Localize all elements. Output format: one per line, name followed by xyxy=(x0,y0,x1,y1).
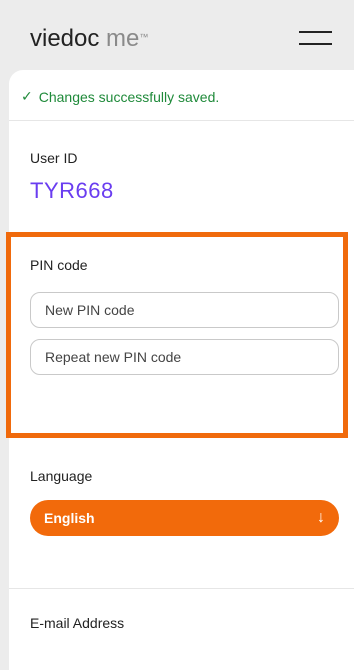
arrow-down-icon: ↓ xyxy=(317,509,325,526)
new-pin-input[interactable] xyxy=(30,292,339,328)
app-header: viedoc me™ xyxy=(0,0,354,70)
success-message-text: Changes successfully saved. xyxy=(38,88,220,105)
hamburger-menu-icon[interactable] xyxy=(299,31,332,45)
email-label: E-mail Address xyxy=(30,615,125,631)
brand-trademark: ™ xyxy=(139,32,149,42)
user-id-label: User ID xyxy=(30,150,78,166)
language-select[interactable]: English ↓ xyxy=(30,500,339,536)
check-icon: ✓ xyxy=(21,88,33,104)
viedoc-me-logo: viedoc me™ xyxy=(30,25,148,53)
pin-code-label: PIN code xyxy=(30,257,88,273)
brand-main: viedoc xyxy=(30,25,100,52)
divider xyxy=(9,588,354,589)
user-id-value: TYR668 xyxy=(30,178,114,203)
language-label: Language xyxy=(30,468,93,484)
repeat-pin-input[interactable] xyxy=(30,339,339,375)
divider xyxy=(9,120,354,121)
language-selected-value: English xyxy=(44,510,95,526)
success-message: ✓ Changes successfully saved. xyxy=(21,88,219,105)
brand-sub: me xyxy=(106,25,140,52)
